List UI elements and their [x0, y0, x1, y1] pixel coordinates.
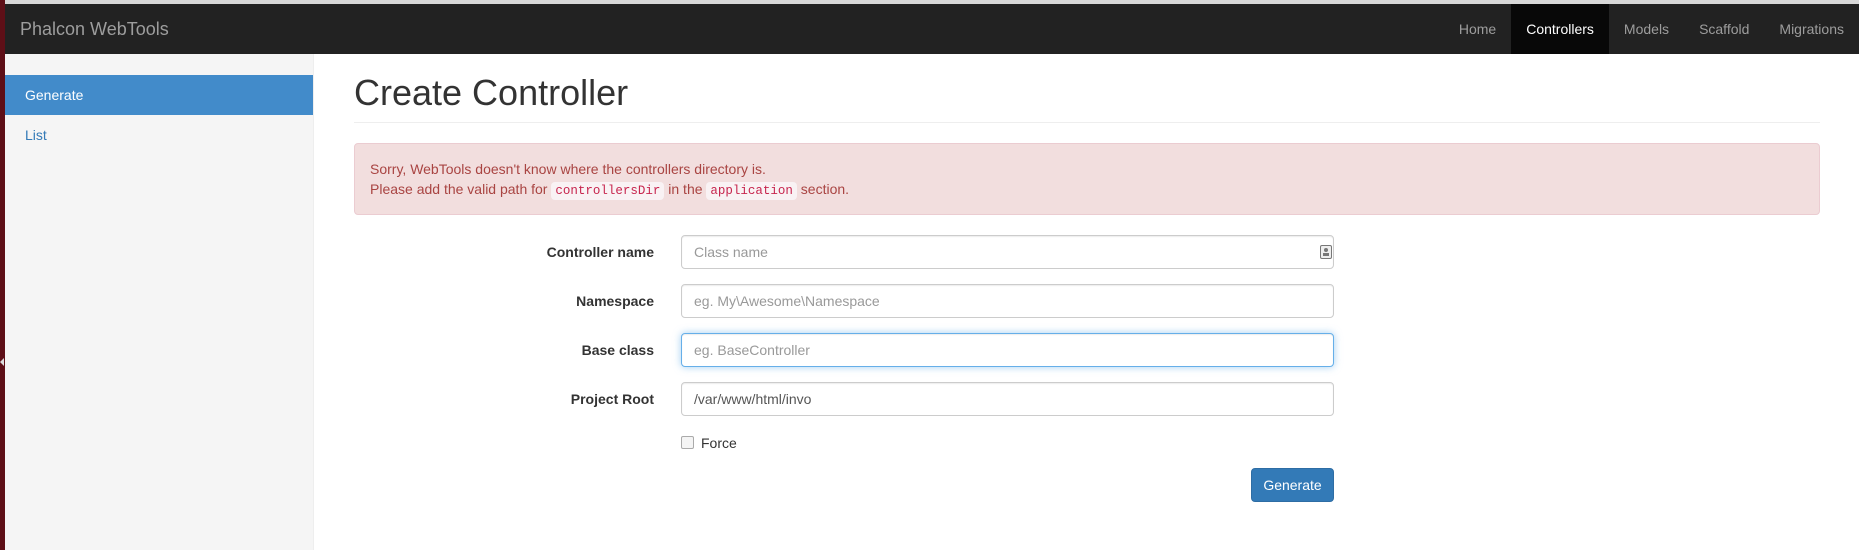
nav-item-models[interactable]: Models: [1609, 4, 1684, 54]
alert-line-1: Sorry, WebTools doesn't know where the c…: [370, 160, 766, 177]
namespace-row: Namespace: [354, 283, 1334, 318]
nav-item-home[interactable]: Home: [1444, 4, 1511, 54]
page-title: Create Controller: [354, 73, 1820, 123]
generate-button[interactable]: Generate: [1251, 467, 1334, 502]
namespace-label: Namespace: [576, 292, 654, 309]
collapse-arrow-icon[interactable]: [0, 358, 4, 366]
code-application: application: [706, 181, 797, 200]
project-root-input[interactable]: [681, 381, 1334, 416]
sidebar-item-generate[interactable]: Generate: [5, 75, 313, 115]
alert-line-2: Please add the valid path for controller…: [370, 179, 1804, 201]
main-nav: Home Controllers Models Scaffold Migrati…: [1444, 4, 1859, 54]
sidebar-item-list[interactable]: List: [5, 115, 313, 155]
window-left-edge: [0, 0, 5, 550]
base-class-label: Base class: [581, 341, 654, 358]
nav-item-migrations[interactable]: Migrations: [1764, 4, 1859, 54]
force-checkbox[interactable]: [681, 436, 694, 450]
controller-name-input[interactable]: [681, 234, 1334, 269]
window-top-edge: [0, 0, 1859, 4]
alert-text-prefix: Please add the valid path for: [370, 180, 552, 197]
sidebar: Generate List: [5, 54, 314, 550]
alert-text-suffix: section.: [796, 180, 850, 197]
force-checkbox-row[interactable]: Force: [681, 433, 737, 453]
alert-text-middle: in the: [664, 180, 707, 197]
project-root-label: Project Root: [570, 390, 654, 407]
nav-item-scaffold[interactable]: Scaffold: [1684, 4, 1764, 54]
code-controllers-dir: controllersDir: [551, 181, 665, 200]
controller-name-row: Controller name: [354, 234, 1334, 269]
base-class-input[interactable]: [681, 332, 1334, 367]
brand-link[interactable]: Phalcon WebTools: [20, 4, 169, 54]
contact-card-icon[interactable]: [1320, 244, 1332, 259]
sidebar-list: Generate List: [5, 75, 313, 155]
force-label[interactable]: Force: [701, 435, 737, 451]
project-root-row: Project Root: [354, 381, 1334, 416]
top-navbar: Phalcon WebTools Home Controllers Models…: [5, 4, 1859, 54]
namespace-input[interactable]: [681, 283, 1334, 318]
controller-name-label: Controller name: [546, 243, 654, 260]
nav-item-controllers[interactable]: Controllers: [1511, 4, 1609, 54]
base-class-row: Base class: [354, 332, 1334, 367]
main-content: Create Controller Sorry, WebTools doesn'…: [354, 54, 1820, 502]
error-alert: Sorry, WebTools doesn't know where the c…: [354, 142, 1820, 215]
